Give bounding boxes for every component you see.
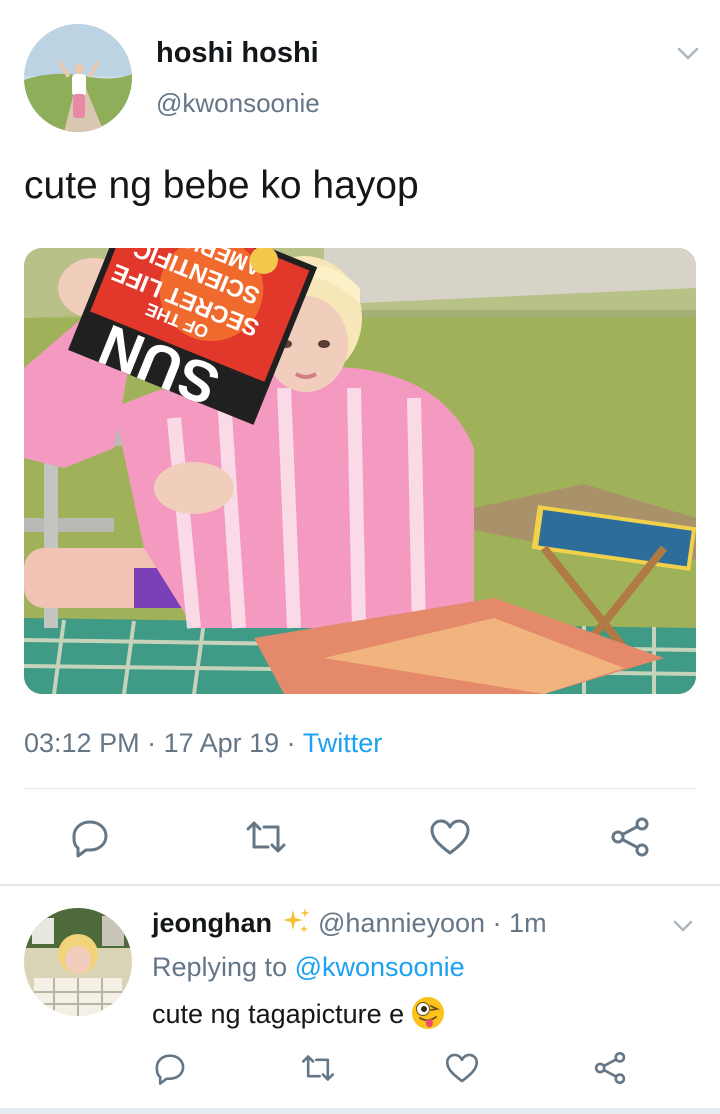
tweet-photo[interactable]: SUN OF THE SECRET LIFE SCIENTIFIC AMERIC… [24, 248, 696, 694]
separator-dot: · [139, 728, 164, 758]
reply-header: jeonghan @hannieyoon · 1m [152, 906, 547, 939]
retweet-icon[interactable] [300, 1050, 336, 1086]
chevron-down-icon[interactable] [668, 914, 698, 940]
separator-dot: · [485, 908, 510, 938]
bottom-divider [0, 1108, 720, 1114]
reply-age: 1m [509, 908, 547, 938]
divider [24, 788, 696, 789]
replying-to: Replying to @kwonsoonie [152, 952, 465, 983]
winking-tongue-emoji [410, 995, 446, 1031]
tweet-date: 17 Apr 19 [163, 728, 280, 758]
tweet-time: 03:12 PM [24, 728, 140, 758]
like-icon[interactable] [428, 815, 472, 859]
reply-icon[interactable] [68, 815, 112, 859]
tweet-separator [0, 884, 720, 886]
reply-text-content: cute ng tagapicture e [152, 999, 405, 1029]
separator-dot: · [279, 728, 303, 758]
avatar[interactable] [24, 24, 132, 132]
user-handle[interactable]: @hannieyoon [318, 908, 485, 938]
avatar[interactable] [24, 908, 132, 1016]
user-handle[interactable]: @kwonsoonie [156, 88, 320, 119]
replying-prefix: Replying to [152, 952, 295, 982]
share-icon[interactable] [608, 815, 652, 859]
display-name[interactable]: hoshi hoshi [156, 37, 319, 70]
mention-link[interactable]: @kwonsoonie [295, 952, 465, 982]
retweet-icon[interactable] [244, 815, 288, 859]
share-icon[interactable] [592, 1050, 628, 1086]
tweet-metadata: 03:12 PM · 17 Apr 19 · Twitter [24, 728, 382, 759]
tweet-text: cute ng bebe ko hayop [24, 164, 419, 207]
reply-icon[interactable] [152, 1050, 188, 1086]
sparkles-icon [280, 906, 312, 936]
chevron-down-icon[interactable] [672, 40, 704, 68]
main-tweet: hoshi hoshi @kwonsoonie cute ng bebe ko … [0, 0, 720, 884]
like-icon[interactable] [444, 1050, 480, 1086]
tweet-source-link[interactable]: Twitter [303, 728, 383, 758]
reply-text: cute ng tagapicture e [152, 995, 446, 1031]
display-name[interactable]: jeonghan [152, 908, 272, 938]
